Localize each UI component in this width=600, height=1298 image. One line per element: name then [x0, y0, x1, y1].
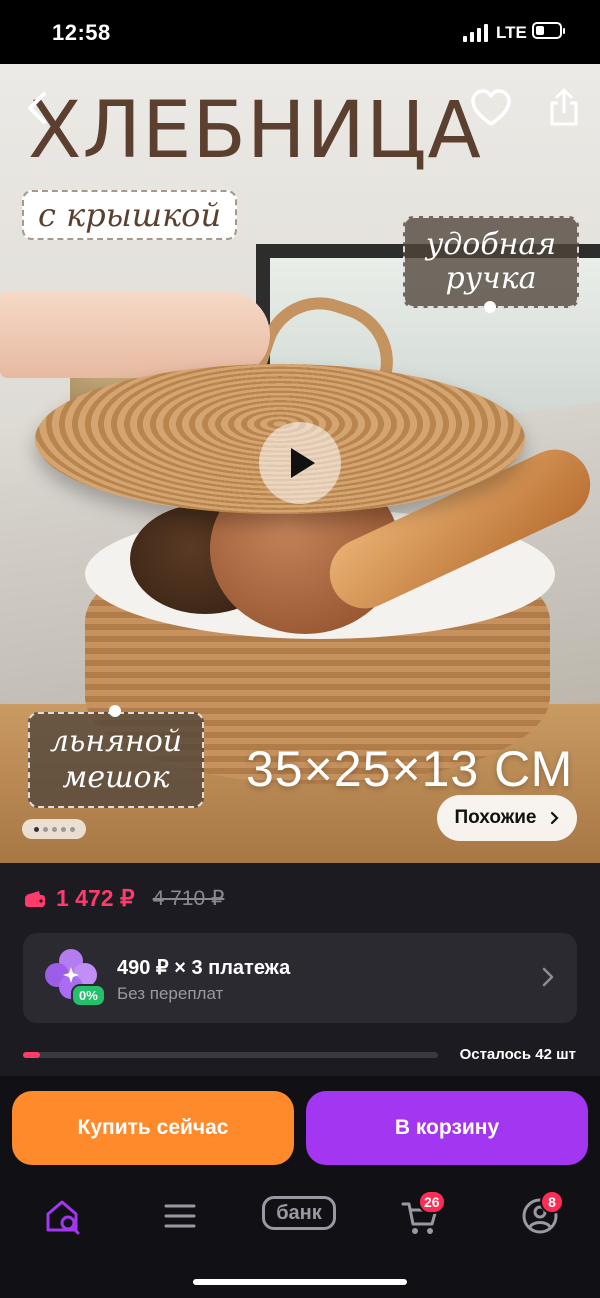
- installment-sub: Без переплат: [117, 984, 224, 1003]
- buy-now-button[interactable]: Купить сейчас: [12, 1091, 294, 1165]
- installment-main: 490 ₽ × 3 платежа: [117, 957, 291, 979]
- current-price: 1 472 ₽: [56, 885, 135, 911]
- tag-handle-line1: удобная: [425, 227, 557, 262]
- battery-icon: [532, 22, 565, 39]
- carousel-dots: [22, 819, 86, 839]
- tag-with-lid: с крышкой: [22, 190, 238, 240]
- bank-tab[interactable]: банк: [262, 1196, 336, 1230]
- back-icon[interactable]: [18, 88, 58, 128]
- status-time: 12:58: [52, 20, 111, 45]
- action-bar: Купить сейчас В корзину: [0, 1076, 600, 1176]
- marker-dot: [484, 301, 496, 313]
- price-panel: 1 472 ₽ 4 710 ₽ 0% 490 ₽ × 3 платежа Без…: [0, 863, 600, 1076]
- tag-bag-line1: льняной: [49, 724, 183, 759]
- tag-handle: удобная ручка: [403, 216, 579, 308]
- heart-icon[interactable]: [470, 88, 512, 128]
- home-search-icon[interactable]: [44, 1196, 84, 1236]
- catalog-menu-icon[interactable]: [160, 1196, 200, 1236]
- marker-dot: [109, 705, 121, 717]
- price-row: 1 472 ₽ 4 710 ₽: [24, 885, 224, 912]
- similar-button[interactable]: Похожие: [437, 795, 577, 841]
- old-price: 4 710 ₽: [152, 887, 225, 910]
- share-icon[interactable]: [546, 86, 582, 128]
- tag-handle-line2: ручка: [445, 261, 537, 296]
- chevron-right-icon: [542, 967, 554, 987]
- signal-icon: [463, 24, 489, 42]
- profile-badge: 8: [540, 1190, 564, 1214]
- tag-bag-line2: мешок: [62, 760, 170, 795]
- stock-remaining: Осталось 42 шт: [459, 1046, 576, 1063]
- dimensions-text: 35×25×13 СМ: [246, 741, 574, 797]
- zero-percent-badge: 0%: [71, 984, 106, 1007]
- network-type: LTE: [496, 23, 527, 42]
- similar-label: Похожие: [454, 807, 537, 828]
- product-image-carousel[interactable]: ХЛЕБНИЦА с крышкой удобная ручка льняной…: [0, 64, 600, 863]
- tag-linen-bag: льняной мешок: [28, 712, 204, 808]
- status-bar: 12:58 LTE: [0, 0, 600, 64]
- cart-badge: 26: [418, 1190, 446, 1214]
- stock-progress: [23, 1052, 438, 1058]
- product-title-overlay: ХЛЕБНИЦА: [28, 86, 482, 176]
- home-indicator: [193, 1279, 407, 1285]
- chevron-right-icon: [551, 811, 560, 825]
- add-to-cart-button[interactable]: В корзину: [306, 1091, 588, 1165]
- wallet-icon: [25, 890, 45, 907]
- play-video-button[interactable]: [259, 422, 341, 504]
- installment-card[interactable]: 0% 490 ₽ × 3 платежа Без переплат: [23, 933, 577, 1023]
